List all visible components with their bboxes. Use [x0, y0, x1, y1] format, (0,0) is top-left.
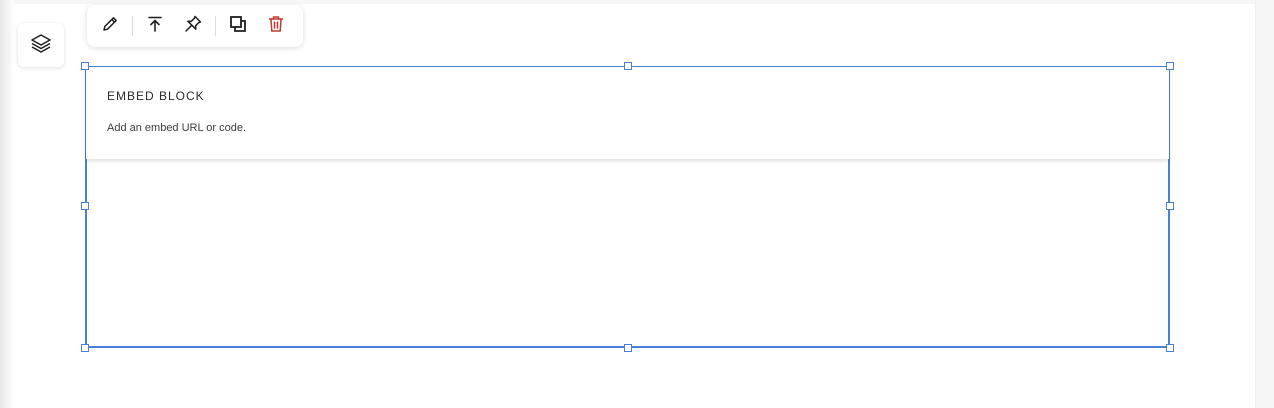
block-toolbar	[87, 5, 303, 47]
resize-handle-bottom-left[interactable]	[81, 344, 89, 352]
right-gutter	[1255, 0, 1274, 408]
pencil-icon	[100, 14, 120, 39]
resize-handle-top[interactable]	[624, 62, 632, 70]
resize-handle-top-left[interactable]	[81, 62, 89, 70]
resize-handle-bottom-right[interactable]	[1166, 344, 1174, 352]
top-edge	[14, 0, 1256, 4]
embed-block-hint: Add an embed URL or code.	[107, 122, 247, 134]
trash-icon	[266, 14, 286, 39]
layers-icon	[30, 32, 52, 59]
resize-handle-bottom[interactable]	[624, 344, 632, 352]
embed-block[interactable]: EMBED BLOCK Add an embed URL or code.	[86, 67, 1169, 159]
toolbar-divider	[132, 16, 133, 36]
duplicate-icon	[228, 14, 248, 39]
embed-block-title: EMBED BLOCK	[107, 89, 205, 103]
layers-button[interactable]	[18, 23, 64, 67]
resize-handle-right[interactable]	[1166, 202, 1174, 210]
pin-icon	[183, 14, 203, 39]
left-panel-shadow	[0, 0, 14, 408]
resize-handle-top-right[interactable]	[1166, 62, 1174, 70]
toolbar-divider	[215, 16, 216, 36]
duplicate-button[interactable]	[219, 7, 257, 45]
move-to-front-button[interactable]	[136, 7, 174, 45]
pin-button[interactable]	[174, 7, 212, 45]
edit-button[interactable]	[91, 7, 129, 45]
arrow-to-top-icon	[145, 14, 165, 39]
delete-button[interactable]	[257, 7, 295, 45]
resize-handle-left[interactable]	[81, 202, 89, 210]
